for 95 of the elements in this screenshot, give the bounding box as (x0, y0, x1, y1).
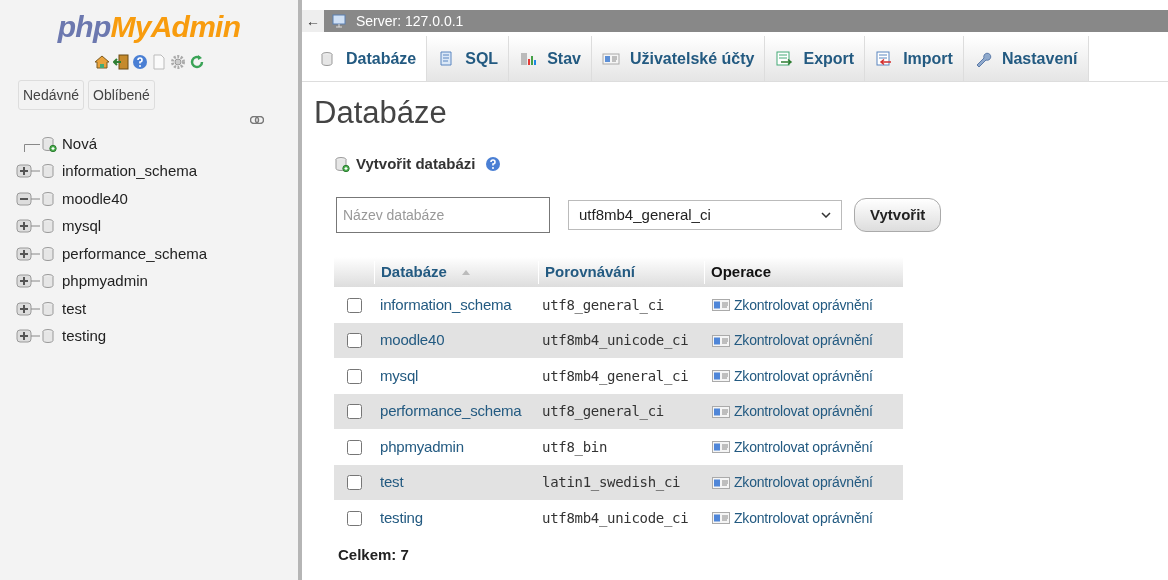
database-icon (41, 245, 57, 262)
sidebar-tab-button[interactable]: Nedávné (18, 80, 85, 110)
new-database-icon (334, 156, 350, 172)
tree-item[interactable]: mysql (62, 215, 102, 238)
import-icon (875, 49, 894, 68)
tab[interactable]: Import (865, 36, 964, 81)
expand-icon[interactable] (16, 218, 40, 235)
reload-icon[interactable] (188, 54, 205, 70)
table-cell-text: utf8_bin (541, 437, 609, 458)
export-icon (775, 49, 794, 68)
expand-icon[interactable] (16, 300, 40, 317)
gear-icon[interactable] (169, 54, 186, 70)
database-link[interactable]: phpmyadmin (374, 435, 538, 459)
database-name-field[interactable]: Název databáze (336, 197, 550, 234)
collapse-icon[interactable] (16, 190, 40, 207)
id-card-icon (712, 370, 730, 382)
database-icon (41, 273, 57, 290)
row-checkbox[interactable] (346, 368, 362, 384)
new-database-icon (41, 135, 57, 152)
privileges-link[interactable]: Zkontrolovat oprávnění (734, 294, 873, 316)
id-card-icon (712, 441, 730, 453)
back-button[interactable]: ← (302, 10, 324, 32)
database-icon (41, 190, 57, 207)
tab[interactable]: Nastavení (963, 36, 1089, 81)
privileges-link[interactable]: Zkontrolovat oprávnění (734, 472, 873, 493)
database-link[interactable]: performance_schema (374, 400, 538, 423)
database-link[interactable]: test (374, 471, 538, 494)
expand-icon[interactable] (16, 163, 40, 180)
section-title: Vytvořit databázi (356, 153, 476, 174)
database-icon (41, 163, 57, 180)
table-cell-text: utf8_general_ci (541, 402, 665, 422)
table-cell-text: utf8_general_ci (541, 295, 665, 316)
tree-item[interactable]: performance_schema (62, 242, 208, 265)
database-link[interactable]: moodle40 (374, 329, 538, 352)
home-icon[interactable] (93, 54, 110, 70)
row-checkbox[interactable] (346, 297, 362, 313)
help-icon[interactable] (485, 156, 502, 172)
table-row[interactable]: performance_schema utf8_general_ci Zkontrolovat oprávnění (334, 393, 903, 430)
tree-item[interactable]: moodle40 (62, 187, 128, 210)
privileges-link[interactable]: Zkontrolovat oprávnění (734, 330, 873, 351)
tree-item[interactable]: testing (62, 325, 107, 348)
server-icon (332, 14, 348, 28)
tree-item[interactable]: test (62, 297, 87, 320)
tab[interactable]: Export (765, 36, 866, 81)
table-row[interactable]: test latin1_swedish_ci Zkontrolovat oprávnění (334, 464, 903, 501)
tab[interactable]: SQL (427, 36, 510, 81)
database-icon (41, 328, 57, 345)
id-card-icon (712, 299, 730, 311)
database-link[interactable]: mysql (374, 364, 538, 388)
expand-icon[interactable] (16, 273, 40, 290)
id-card-icon (712, 512, 730, 524)
table-cell-text: utf8mb4_general_ci (541, 366, 690, 387)
tree-connector (24, 143, 40, 152)
sidebar-tab-button[interactable]: Oblíbené (88, 80, 155, 110)
expand-icon[interactable] (16, 328, 40, 345)
logo[interactable]: phpMyAdmin (57, 12, 241, 42)
column-header[interactable]: Databáze (381, 261, 447, 284)
tab[interactable]: Stav (509, 36, 592, 81)
id-card-icon (712, 334, 730, 347)
privileges-link[interactable]: Zkontrolovat oprávnění (734, 401, 873, 422)
server-label[interactable]: Server: 127.0.0.1 (356, 10, 464, 32)
exit-door-icon[interactable] (112, 54, 129, 70)
tree-item[interactable]: information_schema (62, 160, 198, 183)
row-checkbox[interactable] (346, 404, 362, 419)
database-icon (320, 50, 336, 67)
table-cell-text: latin1_swedish_ci (541, 473, 682, 493)
id-card-icon (712, 405, 730, 418)
table-cell-text: utf8mb4_unicode_ci (541, 508, 690, 529)
row-checkbox[interactable] (346, 510, 362, 526)
tree-item[interactable]: phpmyadmin (62, 270, 148, 293)
id-card-icon (712, 476, 730, 489)
tree-item[interactable]: Nová (62, 132, 98, 155)
privileges-link[interactable]: Zkontrolovat oprávnění (734, 507, 873, 529)
privileges-link[interactable]: Zkontrolovat oprávnění (734, 436, 873, 458)
page-title: Databáze (314, 94, 448, 132)
column-header: Operace (704, 261, 772, 284)
database-icon (41, 218, 57, 235)
table-row[interactable]: moodle40 utf8mb4_unicode_ci Zkontrolovat oprávnění (334, 322, 903, 359)
row-checkbox[interactable] (346, 333, 362, 348)
privileges-link[interactable]: Zkontrolovat oprávnění (734, 365, 873, 387)
total-count: Celkem: 7 (338, 544, 410, 565)
row-checkbox[interactable] (346, 475, 362, 490)
help-icon[interactable] (131, 54, 148, 70)
column-header[interactable]: Porovnávání (538, 261, 704, 284)
database-link[interactable]: testing (374, 506, 538, 530)
tab[interactable]: Uživatelské účty (591, 36, 766, 81)
database-icon (41, 300, 57, 317)
create-button[interactable]: Vytvořit (854, 198, 942, 233)
row-checkbox[interactable] (346, 439, 362, 455)
collation-select[interactable]: utf8mb4_general_ci (568, 200, 842, 231)
expand-icon[interactable] (16, 245, 40, 262)
database-link[interactable]: information_schema (374, 293, 538, 317)
link-icon[interactable] (250, 116, 264, 124)
chevron-down-icon (821, 212, 831, 219)
table-cell-text: utf8mb4_unicode_ci (541, 331, 690, 351)
